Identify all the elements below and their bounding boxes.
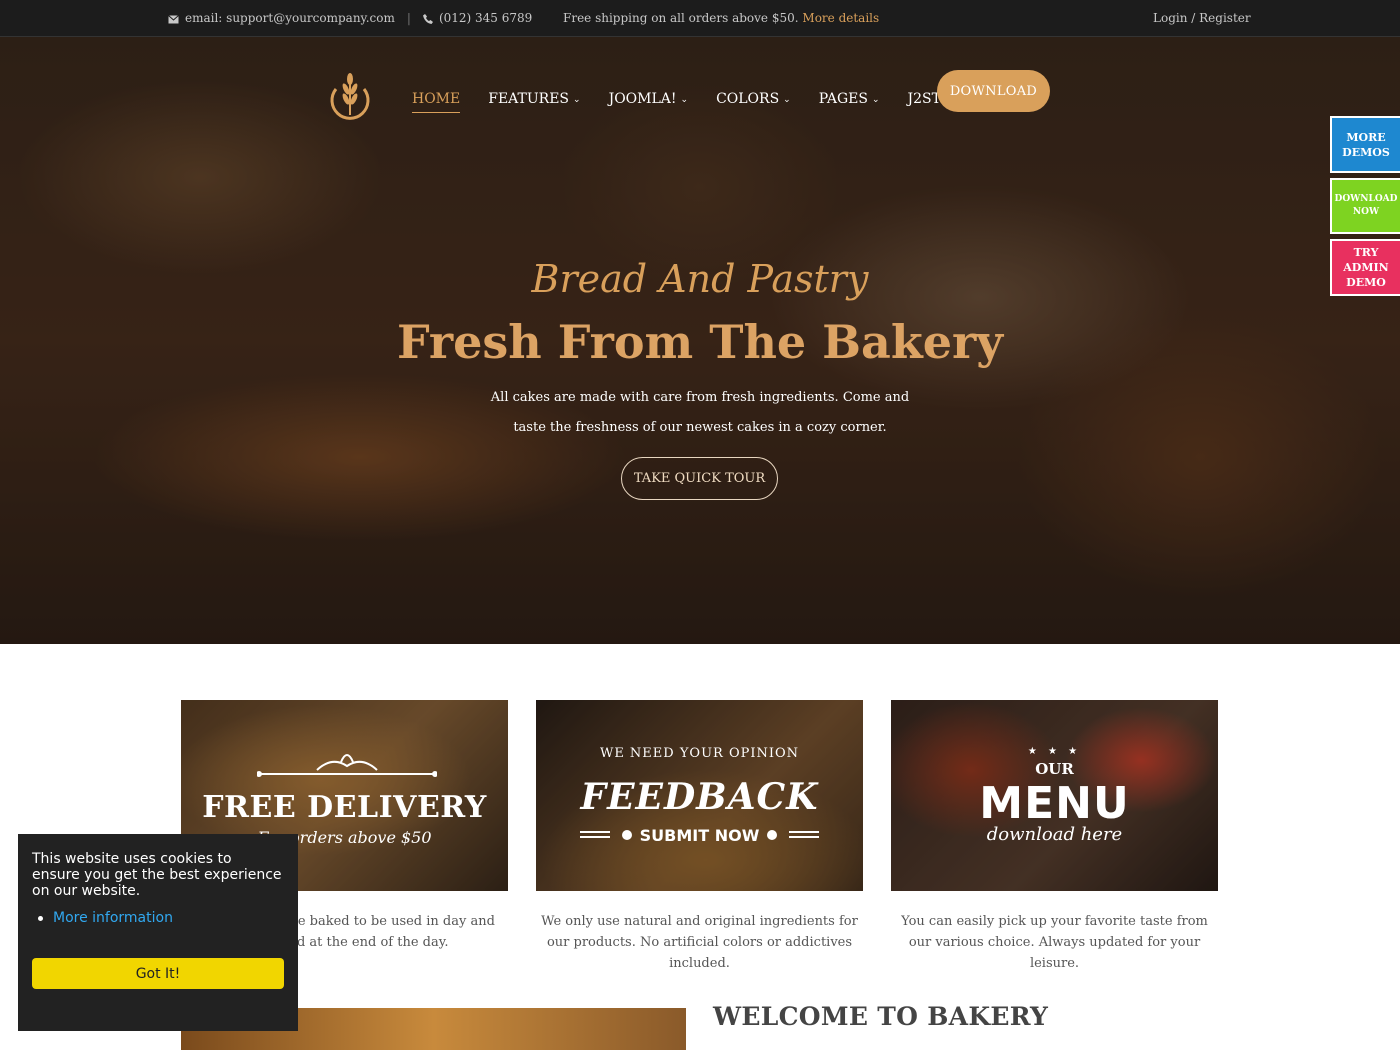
dot-icon xyxy=(621,830,632,840)
register-link[interactable]: Register xyxy=(1199,11,1250,25)
menu-banner[interactable]: ★ ★ ★ OUR MENU download here xyxy=(891,700,1218,891)
more-information-link[interactable]: More information xyxy=(38,910,173,926)
card-title: MENU xyxy=(979,778,1130,829)
feedback-banner[interactable]: WE NEED YOUR OPINION FEEDBACK SUBMIT NOW xyxy=(536,700,863,891)
cookie-banner: This website uses cookies to ensure you … xyxy=(18,834,298,1031)
welcome-title: WELCOME TO BAKERY xyxy=(713,1002,1049,1031)
submit-now-label: SUBMIT NOW xyxy=(536,826,863,845)
card-subtitle: download here xyxy=(986,824,1123,845)
chevron-down-icon: ⌄ xyxy=(783,95,791,105)
nav-item-pages[interactable]: PAGES ⌄ xyxy=(819,85,880,113)
main-nav: HOME FEATURES⌄ JOOMLA!⌄ COLORS⌄ PAGES⌄ J… xyxy=(412,85,985,113)
card-title: FREE DELIVERY xyxy=(202,790,487,825)
top-bar: email: support@yourcompany.com | (012) 3… xyxy=(0,0,1400,37)
account-links: Login / Register xyxy=(1153,11,1251,25)
nav-item-colors[interactable]: COLORS ⌄ xyxy=(716,85,791,113)
more-demos-button[interactable]: MORE DEMOS xyxy=(1330,116,1400,173)
card-subtitle: SUBMIT NOW xyxy=(639,826,760,845)
more-details-link[interactable]: More details xyxy=(802,11,879,25)
card-description: You can easily pick up your favorite tas… xyxy=(901,914,1208,971)
login-link[interactable]: Login xyxy=(1153,11,1187,25)
nav-item-home[interactable]: HOME xyxy=(412,85,461,113)
slash-separator: / xyxy=(1187,11,1200,25)
cookie-message: This website uses cookies to ensure you … xyxy=(32,851,282,899)
shipping-notice: Free shipping on all orders above $50. M… xyxy=(563,11,879,25)
nav-label: FEATURES xyxy=(488,91,570,107)
nav-label: HOME xyxy=(412,91,461,107)
download-button[interactable]: DOWNLOAD xyxy=(937,70,1050,112)
nav-item-joomla[interactable]: JOOMLA! ⌄ xyxy=(609,85,688,113)
ornament-icon xyxy=(257,754,437,777)
card-overline: WE NEED YOUR OPINION xyxy=(599,746,800,761)
hero-subtitle: All cakes are made with care from fresh … xyxy=(490,390,910,435)
wheat-logo-icon[interactable] xyxy=(328,67,372,121)
dot-icon xyxy=(767,830,778,840)
card-title: FEEDBACK xyxy=(580,776,819,818)
chevron-down-icon: ⌄ xyxy=(871,95,880,105)
hero-title: Fresh From The Bakery xyxy=(397,315,1003,369)
hero-script-title: Bread And Pastry xyxy=(531,257,869,301)
nav-label: PAGES xyxy=(818,91,868,107)
link-label: More information xyxy=(53,910,173,926)
hero-section: HOME FEATURES⌄ JOOMLA!⌄ COLORS⌄ PAGES⌄ J… xyxy=(0,37,1400,644)
card-description: We only use natural and original ingredi… xyxy=(541,914,858,971)
chevron-down-icon: ⌄ xyxy=(680,95,689,105)
try-admin-demo-button[interactable]: TRY ADMIN DEMO xyxy=(1330,239,1400,296)
chevron-down-icon: ⌄ xyxy=(573,95,581,105)
nav-item-features[interactable]: FEATURES ⌄ xyxy=(488,85,580,113)
card-overline: OUR xyxy=(1035,760,1074,778)
email-text: email: support@yourcompany.com xyxy=(185,11,395,25)
lines-icon xyxy=(789,831,820,838)
take-quick-tour-button[interactable]: TAKE QUICK TOUR xyxy=(621,457,778,500)
envelope-icon xyxy=(168,11,179,25)
lines-icon xyxy=(579,831,610,838)
phone-text: (012) 345 6789 xyxy=(438,11,533,25)
contact-info: email: support@yourcompany.com | (012) 3… xyxy=(168,11,532,25)
shipping-text: Free shipping on all orders above $50. xyxy=(563,11,799,25)
download-now-button[interactable]: DOWNLOAD NOW xyxy=(1330,178,1400,234)
got-it-button[interactable]: Got It! xyxy=(32,958,284,989)
divider: | xyxy=(406,11,411,25)
phone-icon xyxy=(422,11,433,25)
stars-icon: ★ ★ ★ xyxy=(1027,746,1082,757)
nav-label: JOOMLA! xyxy=(608,91,677,107)
nav-label: COLORS xyxy=(716,91,780,107)
